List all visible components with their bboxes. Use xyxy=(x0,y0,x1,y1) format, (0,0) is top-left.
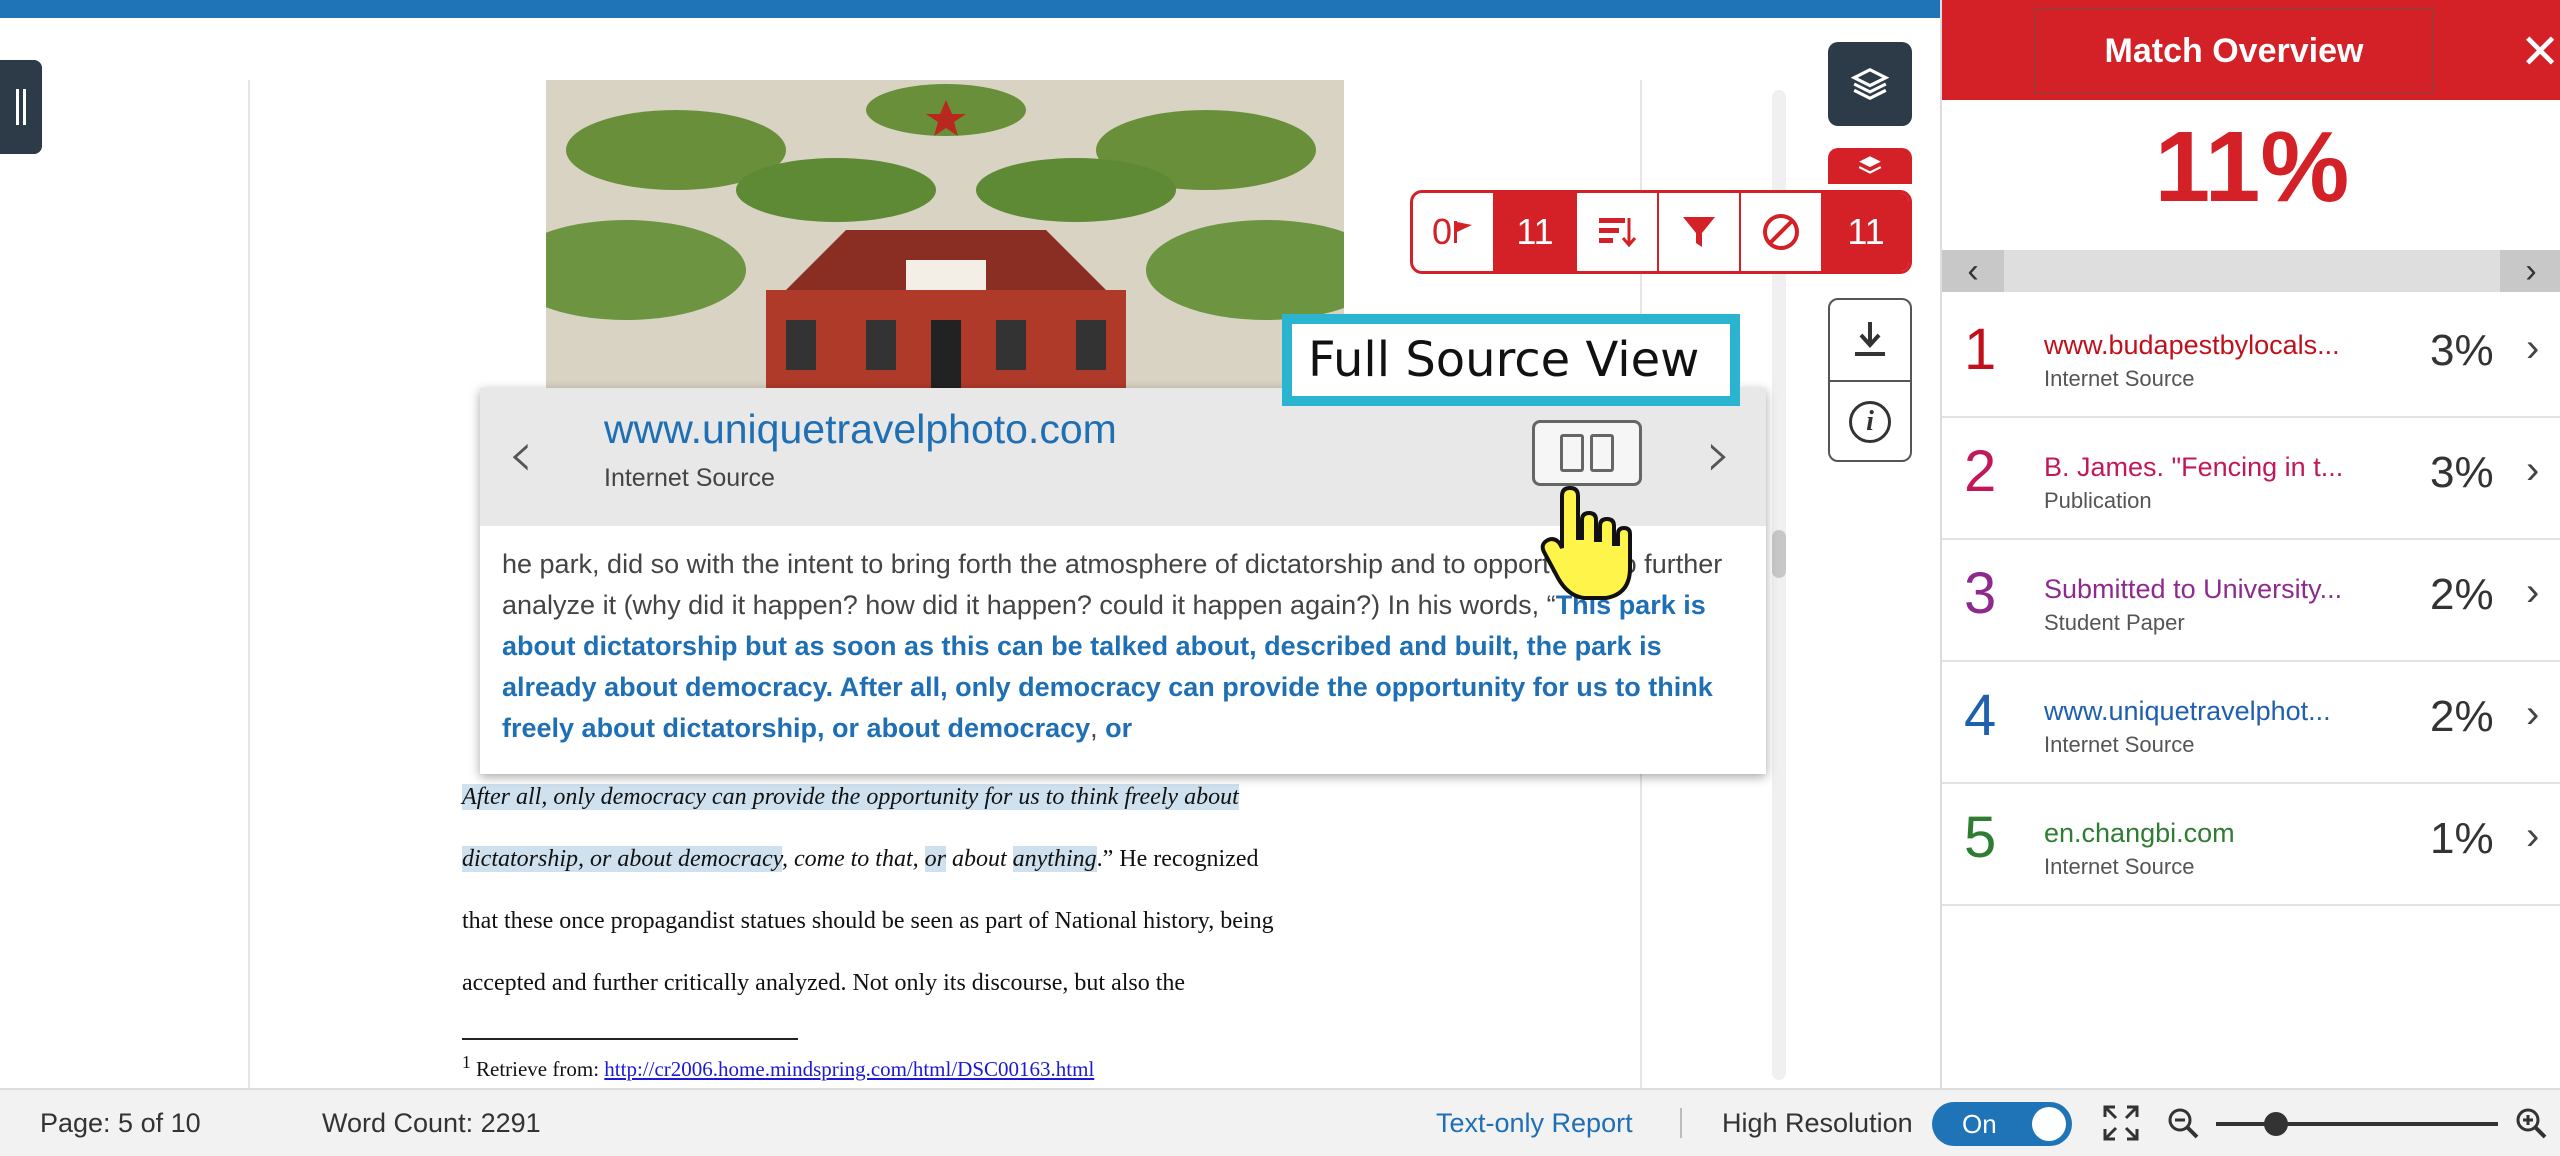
source-title[interactable]: www.uniquetravelphoto.com xyxy=(604,406,1117,453)
footnote-divider xyxy=(462,1038,798,1040)
match-percent: 2% xyxy=(2430,570,2494,619)
zoom-slider[interactable] xyxy=(2216,1122,2498,1126)
download-button[interactable] xyxy=(1830,300,1910,382)
scroll-right-button[interactable]: › xyxy=(2500,250,2560,292)
match-source-item[interactable]: 5 en.changbi.com Internet Source 1% › xyxy=(1942,784,2560,906)
chevron-right-icon[interactable]: › xyxy=(2526,692,2539,737)
match-rank: 3 xyxy=(1964,561,1997,626)
match-rank: 2 xyxy=(1964,439,1997,504)
flag-icon xyxy=(1454,221,1473,243)
match-rank: 4 xyxy=(1964,683,1997,748)
info-button[interactable]: i xyxy=(1830,382,1910,462)
sort-button[interactable] xyxy=(1577,193,1659,271)
match-source-item[interactable]: 3 Submitted to University... Student Paper… xyxy=(1942,540,2560,662)
layers-icon xyxy=(1851,67,1889,101)
scroll-left-button[interactable]: ‹ xyxy=(1942,250,2004,292)
book-icon xyxy=(1560,434,1584,472)
match-source-name: en.changbi.com xyxy=(2044,818,2235,848)
utility-buttons: i xyxy=(1828,298,1912,462)
chevron-right-icon[interactable]: › xyxy=(2526,814,2539,859)
next-source-button[interactable]: › xyxy=(1706,418,1732,492)
source-type: Internet Source xyxy=(604,464,775,492)
block-icon xyxy=(1763,214,1799,250)
similarity-layer-tab[interactable] xyxy=(1828,148,1912,184)
match-source-type: Internet Source xyxy=(2044,854,2195,879)
filter-button[interactable] xyxy=(1659,193,1741,271)
overall-similarity: 11% xyxy=(2154,111,2350,223)
match-source-name: www.budapestbylocals... xyxy=(2044,330,2340,360)
match-source-name: www.uniquetravelphot... xyxy=(2044,696,2331,726)
info-icon: i xyxy=(1849,401,1891,443)
exclude-button[interactable] xyxy=(1741,193,1823,271)
high-resolution-label: High Resolution xyxy=(1722,1108,1913,1138)
match-source-type: Internet Source xyxy=(2044,732,2195,757)
match-rank: 5 xyxy=(1964,805,1997,870)
match-percent: 1% xyxy=(2430,814,2494,863)
page-left-edge xyxy=(248,80,250,1090)
full-source-view-button[interactable] xyxy=(1532,420,1642,486)
chevron-right-icon[interactable]: › xyxy=(2526,326,2539,371)
match-source-item[interactable]: 2 B. James. "Fencing in t... Publication 3%… xyxy=(1942,418,2560,540)
match-overview-header: Match Overview ✕ xyxy=(1942,0,2560,100)
layer-count-button[interactable]: 11 xyxy=(1823,193,1909,271)
sidebar-toggle-button[interactable] xyxy=(0,60,42,154)
top-progress-bar xyxy=(0,0,1940,18)
match-source-type: Student Paper xyxy=(2044,610,2185,635)
match-source-type: Publication xyxy=(2044,488,2152,513)
match-source-item[interactable]: 1 www.budapestbylocals... Internet Source 3… xyxy=(1942,296,2560,418)
document-line: accepted and further critically analyzed… xyxy=(462,970,1186,996)
divider xyxy=(1680,1108,1682,1138)
match-percent: 3% xyxy=(2430,448,2494,497)
match-count-button[interactable]: 11 xyxy=(1495,193,1577,271)
word-count: Word Count: 2291 xyxy=(322,1108,541,1138)
fullscreen-icon[interactable] xyxy=(2102,1104,2140,1142)
zoom-slider-handle[interactable] xyxy=(2264,1112,2288,1136)
page-indicator: Page: 5 of 10 xyxy=(40,1108,201,1138)
match-source-item[interactable]: 4 www.uniquetravelphot... Internet Source 2… xyxy=(1942,662,2560,784)
document-line: After all, only democracy can provide th… xyxy=(462,784,1239,810)
match-list: 1 www.budapestbylocals... Internet Source 3… xyxy=(1942,296,2560,906)
zoom-in-icon[interactable] xyxy=(2514,1106,2548,1140)
close-icon[interactable]: ✕ xyxy=(2520,24,2560,80)
high-resolution-toggle[interactable]: On xyxy=(1932,1102,2072,1146)
zoom-out-icon[interactable] xyxy=(2166,1106,2200,1140)
similarity-toolbar: 0 11 11 xyxy=(1410,190,1912,274)
match-source-name: Submitted to University... xyxy=(2044,574,2343,604)
hand-cursor-icon xyxy=(1540,486,1632,600)
scrollbar-thumb[interactable] xyxy=(1772,530,1786,578)
document-line: dictatorship, or about democracy, come t… xyxy=(462,846,1259,872)
chevron-right-icon[interactable]: › xyxy=(2526,570,2539,615)
match-percent: 2% xyxy=(2430,692,2494,741)
panel-handle-icon xyxy=(16,89,26,125)
layers-button[interactable] xyxy=(1828,42,1912,126)
match-source-type: Internet Source xyxy=(2044,366,2195,391)
footnote: 1 Retrieve from: http://cr2006.home.mind… xyxy=(462,1052,1095,1081)
status-bar: Page: 5 of 10 Word Count: 2291 Text-only… xyxy=(0,1088,2560,1156)
sort-icon xyxy=(1599,218,1637,248)
footnote-link[interactable]: http://cr2006.home.mindspring.com/html/D… xyxy=(604,1057,1094,1081)
chevron-right-icon[interactable]: › xyxy=(2526,448,2539,493)
document-line: that these once propagandist statues sho… xyxy=(462,908,1274,934)
flag-count-button[interactable]: 0 xyxy=(1413,193,1495,271)
match-overview-panel: Match Overview ✕ 11% ‹ › 1 www.budapestby… xyxy=(1940,0,2560,1088)
match-overview-title: Match Overview xyxy=(2034,8,2434,94)
match-rank: 1 xyxy=(1964,317,1997,382)
document-photo xyxy=(546,80,1344,390)
match-source-name: B. James. "Fencing in t... xyxy=(2044,452,2344,482)
match-percent: 3% xyxy=(2430,326,2494,375)
horizontal-scrollbar[interactable]: ‹ › xyxy=(1942,250,2560,292)
download-icon xyxy=(1855,322,1885,356)
layers-icon xyxy=(1858,156,1882,174)
text-only-report-link[interactable]: Text-only Report xyxy=(1436,1108,1633,1139)
previous-source-button[interactable]: ‹ xyxy=(508,418,534,492)
filter-icon xyxy=(1683,217,1715,247)
full-source-view-callout: Full Source View xyxy=(1282,314,1740,406)
